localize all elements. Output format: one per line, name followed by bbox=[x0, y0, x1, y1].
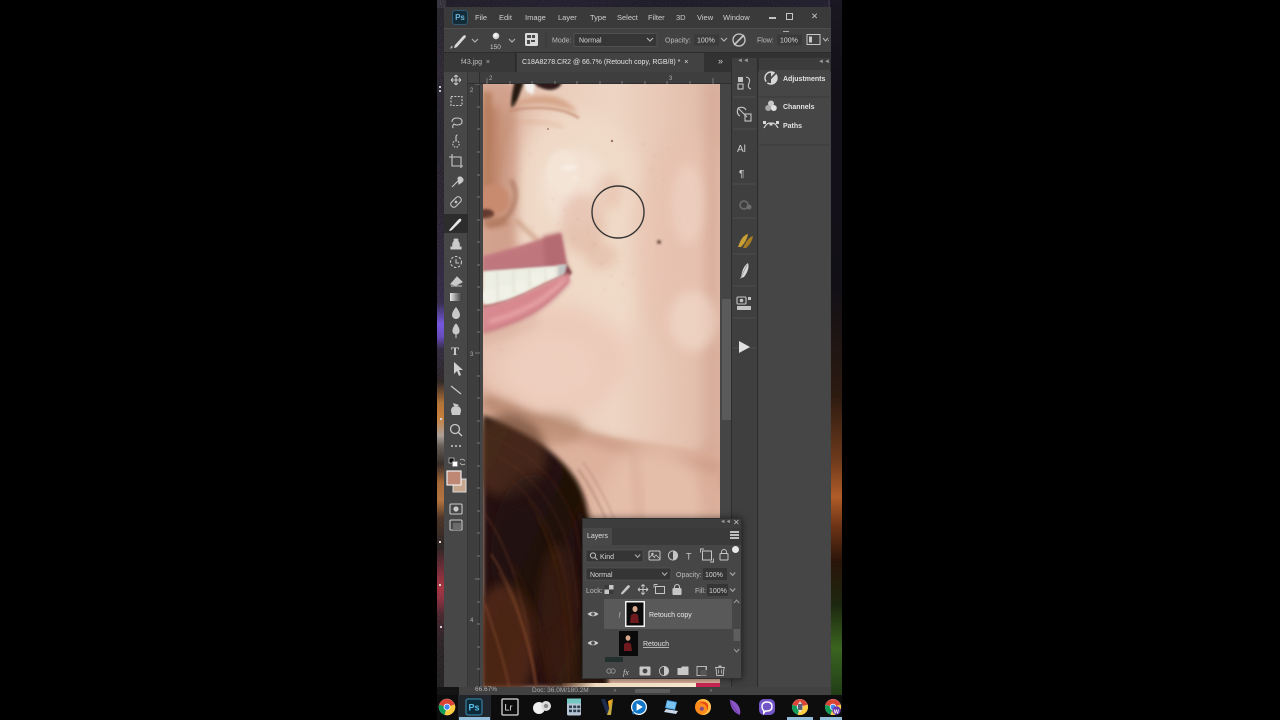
svg-text:Opacity:: Opacity: bbox=[676, 572, 702, 579]
svg-text:Mode:: Mode: bbox=[552, 38, 572, 45]
svg-text:Normal: Normal bbox=[579, 38, 602, 45]
svg-text:fx: fx bbox=[623, 668, 629, 677]
svg-text:Lr: Lr bbox=[505, 703, 513, 713]
svg-text:T: T bbox=[686, 552, 692, 562]
svg-text:100%: 100% bbox=[705, 572, 723, 579]
svg-text:·: · bbox=[827, 36, 830, 45]
svg-text:2: 2 bbox=[470, 88, 474, 94]
svg-text:¶: ¶ bbox=[739, 169, 744, 180]
svg-text:ƒ: ƒ bbox=[618, 611, 622, 619]
svg-text:4: 4 bbox=[470, 618, 474, 624]
svg-text:100%: 100% bbox=[780, 38, 798, 45]
svg-text:3: 3 bbox=[669, 76, 673, 82]
svg-text:◄◄: ◄◄ bbox=[737, 58, 749, 64]
svg-text:Retouch copy: Retouch copy bbox=[649, 612, 692, 619]
svg-text:Fill:: Fill: bbox=[695, 588, 706, 595]
svg-text:Opacity:: Opacity: bbox=[665, 38, 691, 45]
svg-text:3: 3 bbox=[470, 352, 474, 358]
svg-text:100%: 100% bbox=[697, 38, 715, 45]
svg-text:Paths: Paths bbox=[783, 123, 802, 130]
svg-text:Normal: Normal bbox=[590, 572, 613, 579]
svg-text:Channels: Channels bbox=[783, 104, 815, 111]
svg-text:Flow:: Flow: bbox=[757, 38, 774, 45]
svg-text:Adjustments: Adjustments bbox=[783, 76, 826, 83]
svg-text:Ps: Ps bbox=[469, 703, 480, 713]
svg-text:Lock:: Lock: bbox=[586, 588, 603, 595]
svg-text:Al: Al bbox=[737, 144, 746, 155]
svg-text:2: 2 bbox=[489, 76, 493, 82]
svg-text:W: W bbox=[834, 709, 840, 715]
svg-text:T: T bbox=[451, 344, 459, 358]
svg-text:100%: 100% bbox=[709, 588, 727, 595]
svg-text:Retouch: Retouch bbox=[643, 641, 669, 648]
svg-text:150: 150 bbox=[490, 44, 501, 51]
svg-text:Kind: Kind bbox=[600, 554, 614, 561]
